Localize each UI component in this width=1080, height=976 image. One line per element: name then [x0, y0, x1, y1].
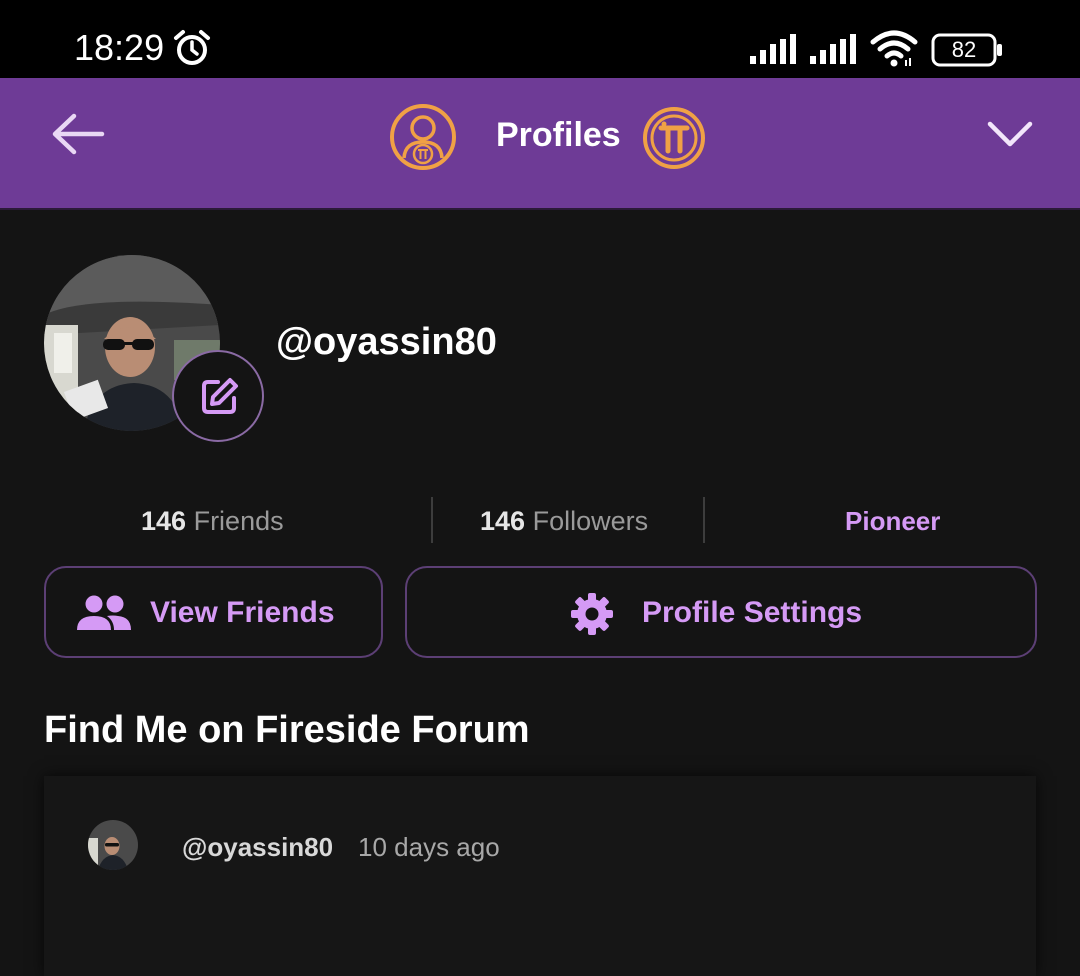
- profile-settings-button[interactable]: Profile Settings: [405, 566, 1037, 658]
- wifi-icon: [870, 30, 918, 67]
- signal-icon: [810, 34, 856, 64]
- battery-level: 82: [951, 37, 977, 62]
- stat-divider: [431, 497, 433, 543]
- arrow-left-icon: [52, 113, 105, 155]
- followers-label: Followers: [532, 506, 649, 536]
- friends-label: Friends: [193, 506, 284, 536]
- role-badge: Pioneer: [845, 506, 941, 536]
- edit-icon: [202, 378, 238, 414]
- view-friends-button[interactable]: View Friends: [44, 566, 383, 658]
- friends-count: 146: [141, 506, 187, 536]
- profile-badge-icon[interactable]: [388, 102, 458, 172]
- profile-username: @oyassin80: [276, 321, 497, 363]
- post-timestamp: 10 days ago: [358, 832, 500, 862]
- forum-post-card[interactable]: @oyassin80 10 days ago: [44, 776, 1036, 976]
- view-friends-label: View Friends: [150, 596, 335, 629]
- gear-icon: [571, 593, 613, 635]
- pi-coin-icon[interactable]: [642, 106, 706, 170]
- status-bar: 18:29 82: [0, 0, 1080, 78]
- status-time: 18:29: [74, 27, 165, 68]
- menu-toggle-button[interactable]: [984, 114, 1036, 154]
- forum-section-title: Find Me on Fireside Forum: [44, 709, 530, 751]
- people-icon: [77, 595, 131, 630]
- author-photo: [88, 820, 138, 870]
- stat-divider: [703, 497, 705, 543]
- friends-stat: 146 Friends: [141, 502, 284, 540]
- page-title: Profiles: [496, 116, 621, 154]
- followers-count: 146: [480, 506, 526, 536]
- chevron-down-icon: [987, 121, 1033, 147]
- post-author-avatar[interactable]: [88, 820, 138, 870]
- post-author-username[interactable]: @oyassin80: [182, 830, 333, 864]
- edit-avatar-button[interactable]: [172, 350, 264, 442]
- signal-icon: [750, 34, 796, 64]
- followers-stat: 146 Followers: [480, 502, 648, 540]
- profile-settings-label: Profile Settings: [642, 596, 863, 629]
- alarm-icon: [174, 30, 210, 65]
- app-header: Profiles: [0, 78, 1080, 210]
- back-button[interactable]: [48, 110, 108, 160]
